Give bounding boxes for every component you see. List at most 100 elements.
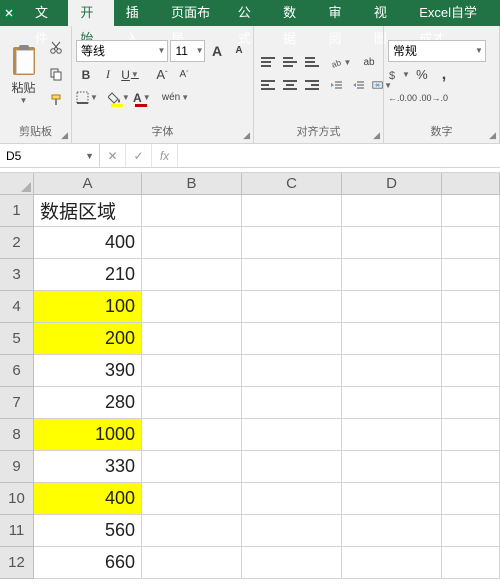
chevron-down-icon[interactable]: ▼	[473, 46, 485, 55]
increase-font-button[interactable]: A	[207, 41, 227, 61]
name-box-input[interactable]	[0, 149, 85, 163]
align-left-button[interactable]	[258, 75, 278, 95]
cell[interactable]: 100	[34, 291, 142, 323]
font-size-input[interactable]	[171, 44, 195, 58]
insert-function-button[interactable]: fx	[152, 144, 178, 167]
cell[interactable]: 数据区域	[34, 195, 142, 227]
cell[interactable]: 400	[34, 483, 142, 515]
cell[interactable]	[242, 227, 342, 259]
cell[interactable]	[342, 355, 442, 387]
percent-format-button[interactable]: %	[412, 65, 432, 85]
decrease-decimal-button[interactable]: .00→.0	[419, 88, 448, 108]
tab-view[interactable]: 视图	[362, 0, 407, 26]
select-all-button[interactable]	[0, 173, 34, 195]
cell[interactable]	[142, 483, 242, 515]
font-shrink-a-button[interactable]: Aˇ	[174, 65, 194, 85]
cell[interactable]	[142, 515, 242, 547]
formula-input[interactable]	[178, 144, 500, 167]
dialog-launcher-icon[interactable]: ◢	[489, 130, 496, 141]
tab-formulas[interactable]: 公式	[226, 0, 271, 26]
increase-decimal-button[interactable]: ←.0.00	[388, 88, 417, 108]
row-header[interactable]: 10	[0, 483, 34, 515]
cell[interactable]	[442, 419, 500, 451]
cell[interactable]	[142, 547, 242, 579]
chevron-down-icon[interactable]: ▼	[155, 46, 167, 55]
italic-button[interactable]: I	[98, 65, 118, 85]
tab-page-layout[interactable]: 页面布局	[159, 0, 226, 26]
cell[interactable]	[142, 355, 242, 387]
cell[interactable]: 400	[34, 227, 142, 259]
enter-formula-button[interactable]: ✓	[126, 144, 152, 167]
cell[interactable]	[242, 451, 342, 483]
name-box[interactable]: ▼	[0, 144, 100, 167]
underline-button[interactable]: U▼	[120, 65, 140, 85]
row-header[interactable]: 8	[0, 419, 34, 451]
comma-format-button[interactable]: ,	[434, 65, 454, 85]
increase-indent-button[interactable]	[348, 75, 368, 95]
font-color-button[interactable]: A▼	[132, 88, 152, 108]
cell[interactable]	[442, 227, 500, 259]
number-format-input[interactable]	[389, 44, 473, 58]
number-format-combo[interactable]: ▼	[388, 40, 486, 62]
border-button[interactable]: ▼	[76, 88, 98, 108]
cell[interactable]	[242, 483, 342, 515]
cell[interactable]	[142, 259, 242, 291]
cell[interactable]	[342, 547, 442, 579]
wrap-text-button[interactable]: ab	[359, 52, 379, 72]
cell[interactable]	[242, 291, 342, 323]
phonetic-guide-button[interactable]: wén▼	[162, 88, 189, 108]
decrease-indent-button[interactable]	[326, 75, 346, 95]
row-header[interactable]: 9	[0, 451, 34, 483]
align-middle-button[interactable]	[280, 52, 300, 72]
row-header[interactable]: 1	[0, 195, 34, 227]
font-name-input[interactable]	[77, 44, 155, 58]
cell[interactable]: 560	[34, 515, 142, 547]
cell[interactable]	[242, 547, 342, 579]
copy-button[interactable]	[45, 64, 67, 84]
cell[interactable]	[142, 227, 242, 259]
column-header[interactable]: C	[242, 173, 342, 195]
cell[interactable]	[442, 291, 500, 323]
cell[interactable]	[242, 195, 342, 227]
cell[interactable]	[242, 259, 342, 291]
cell[interactable]	[442, 515, 500, 547]
row-header[interactable]: 5	[0, 323, 34, 355]
cell[interactable]	[342, 387, 442, 419]
cell[interactable]	[442, 483, 500, 515]
cell[interactable]	[242, 355, 342, 387]
align-right-button[interactable]	[302, 75, 322, 95]
cell[interactable]	[342, 451, 442, 483]
fill-color-button[interactable]: ▼	[108, 88, 130, 108]
cut-button[interactable]	[45, 38, 67, 58]
cell[interactable]	[142, 195, 242, 227]
chevron-down-icon[interactable]: ▼	[195, 46, 204, 55]
cell[interactable]	[142, 291, 242, 323]
tab-review[interactable]: 审阅	[316, 0, 361, 26]
decrease-font-button[interactable]: A	[229, 41, 249, 61]
column-header[interactable]: A	[34, 173, 142, 195]
font-size-combo[interactable]: ▼	[170, 40, 205, 62]
cell[interactable]	[442, 451, 500, 483]
tab-addin[interactable]: Excel自学成才	[407, 0, 500, 26]
format-painter-button[interactable]	[45, 90, 67, 110]
dialog-launcher-icon[interactable]: ◢	[61, 130, 68, 141]
tab-insert[interactable]: 插入	[114, 0, 159, 26]
cell[interactable]: 390	[34, 355, 142, 387]
cell[interactable]	[442, 355, 500, 387]
chevron-down-icon[interactable]: ▼	[85, 151, 99, 161]
cell[interactable]	[142, 419, 242, 451]
align-center-button[interactable]	[280, 75, 300, 95]
cell[interactable]	[342, 291, 442, 323]
row-header[interactable]: 6	[0, 355, 34, 387]
cell[interactable]	[242, 387, 342, 419]
cell[interactable]: 1000	[34, 419, 142, 451]
row-header[interactable]: 12	[0, 547, 34, 579]
orientation-button[interactable]: ab▼	[331, 52, 351, 72]
bold-button[interactable]: B	[76, 65, 96, 85]
cell[interactable]: 660	[34, 547, 142, 579]
cell[interactable]	[242, 323, 342, 355]
cell[interactable]: 280	[34, 387, 142, 419]
tab-home[interactable]: 开始	[68, 0, 113, 26]
cell[interactable]	[442, 547, 500, 579]
align-bottom-button[interactable]	[302, 52, 322, 72]
